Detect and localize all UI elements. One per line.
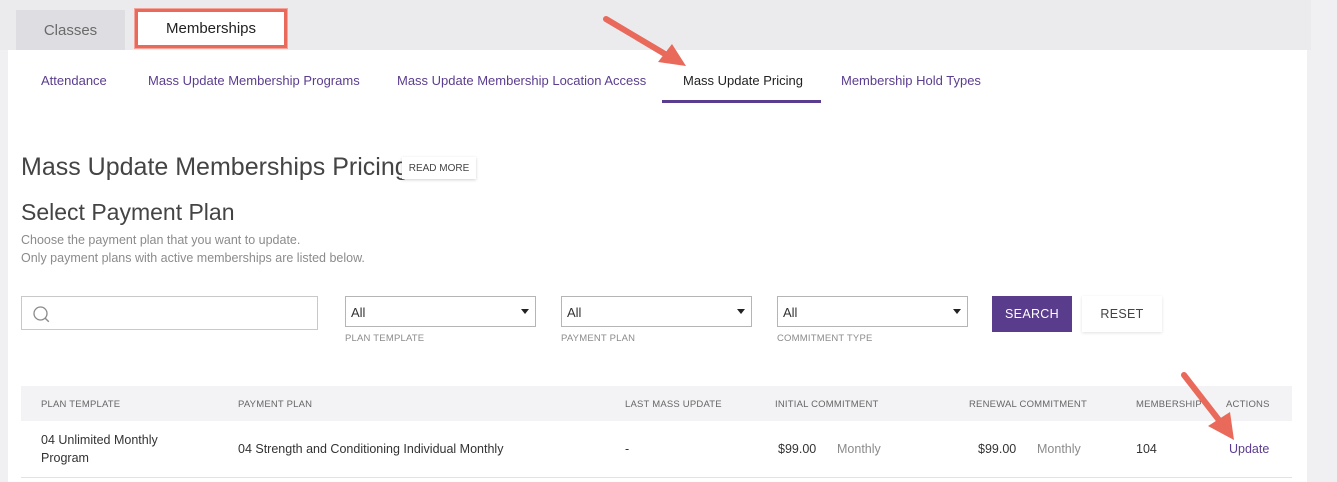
plan-template-value: All [351, 305, 366, 320]
col-renewal-commitment[interactable]: RENEWAL COMMITMENT [969, 399, 1087, 410]
tab-classes[interactable]: Classes [16, 10, 125, 50]
payment-plan-value: All [567, 305, 582, 320]
search-field[interactable] [21, 296, 318, 330]
table-header: PLAN TEMPLATE PAYMENT PLAN LAST MASS UPD… [21, 386, 1292, 422]
payment-plan-label: PAYMENT PLAN [561, 333, 636, 344]
commitment-type-value: All [783, 305, 798, 320]
subtab-mass-update-pricing[interactable]: Mass Update Pricing [683, 73, 803, 88]
col-plan-template[interactable]: PLAN TEMPLATE [41, 399, 120, 410]
subtab-mass-update-location-access[interactable]: Mass Update Membership Location Access [397, 73, 646, 88]
chevron-down-icon [737, 309, 745, 314]
payment-plan-select[interactable]: All [561, 296, 752, 327]
search-button[interactable]: SEARCH [992, 296, 1072, 332]
page-title: Mass Update Memberships Pricing [21, 153, 409, 181]
content-panel: Attendance Mass Update Membership Progra… [8, 50, 1307, 482]
tab-memberships[interactable]: Memberships [135, 9, 287, 48]
subtab-attendance[interactable]: Attendance [41, 73, 107, 88]
chevron-down-icon [953, 309, 961, 314]
cell-initial-amount: $99.00 [778, 442, 817, 456]
commitment-type-label: COMMITMENT TYPE [777, 333, 873, 344]
read-more-button[interactable]: READ MORE [402, 157, 476, 179]
cell-plan-template-line2: Program [41, 451, 89, 465]
search-icon [33, 306, 50, 323]
page-gutter [1311, 0, 1337, 482]
cell-memberships: 104 [1136, 442, 1157, 456]
col-last-mass-update[interactable]: LAST MASS UPDATE [625, 399, 722, 410]
cell-initial-period: Monthly [837, 442, 881, 456]
cell-plan-template-line1: 04 Unlimited Monthly [41, 433, 158, 447]
description-line-2: Only payment plans with active membershi… [21, 251, 365, 265]
col-actions: ACTIONS [1226, 399, 1270, 410]
active-tab-indicator [662, 100, 821, 103]
cell-last-mass-update: - [625, 442, 630, 456]
section-subtitle: Select Payment Plan [21, 199, 235, 225]
subtab-mass-update-programs[interactable]: Mass Update Membership Programs [148, 73, 360, 88]
update-link[interactable]: Update [1229, 442, 1269, 456]
plan-template-label: PLAN TEMPLATE [345, 333, 425, 344]
table-row: 04 Unlimited Monthly Program 04 Strength… [21, 421, 1292, 478]
subtab-membership-hold-types[interactable]: Membership Hold Types [841, 73, 981, 88]
plan-template-select[interactable]: All [345, 296, 536, 327]
search-input[interactable] [56, 303, 310, 325]
description-line-1: Choose the payment plan that you want to… [21, 233, 301, 247]
col-memberships[interactable]: MEMBERSHIPS [1136, 399, 1201, 410]
col-payment-plan[interactable]: PAYMENT PLAN [238, 399, 312, 410]
cell-payment-plan: 04 Strength and Conditioning Individual … [238, 442, 504, 456]
sub-tab-bar: Attendance Mass Update Membership Progra… [8, 50, 1307, 104]
commitment-type-select[interactable]: All [777, 296, 968, 327]
cell-renewal-period: Monthly [1037, 442, 1081, 456]
chevron-down-icon [521, 309, 529, 314]
col-initial-commitment[interactable]: INITIAL COMMITMENT [775, 399, 879, 410]
reset-button[interactable]: RESET [1082, 296, 1162, 332]
cell-renewal-amount: $99.00 [978, 442, 1017, 456]
